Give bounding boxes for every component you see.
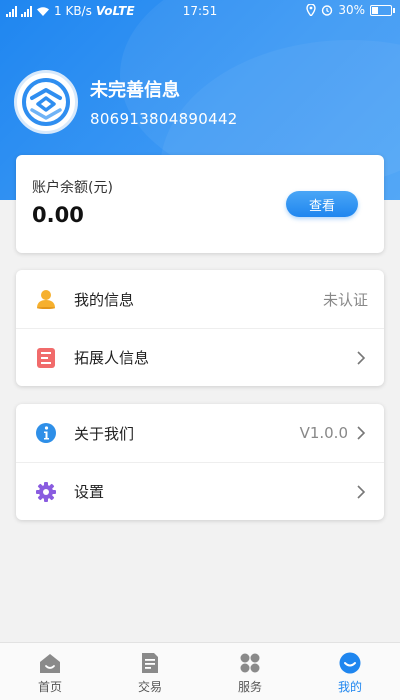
grid-icon bbox=[240, 653, 260, 673]
tab-label: 首页 bbox=[37, 680, 62, 694]
profile-icon bbox=[339, 652, 361, 674]
status-bar: 1 KB/s VoLTE 17:51 30% bbox=[0, 0, 400, 24]
tab-mine[interactable]: 我的 bbox=[300, 643, 400, 700]
user-icon bbox=[37, 290, 55, 309]
menu-item-label: 关于我们 bbox=[74, 424, 135, 443]
chevron-right-icon bbox=[357, 485, 366, 499]
menu-item-label: 拓展人信息 bbox=[74, 349, 150, 367]
bottom-tab-bar: 首页 交易 服务 我的 bbox=[0, 642, 400, 700]
avatar[interactable] bbox=[14, 70, 78, 134]
profile-text: 未完善信息 806913804890442 bbox=[90, 76, 238, 128]
battery-percent: 30% bbox=[338, 3, 365, 17]
alarm-icon bbox=[322, 5, 333, 16]
menu-item-settings[interactable]: 设置 bbox=[16, 462, 384, 520]
balance-card: 账户余额(元) 0.00 查看 bbox=[16, 155, 384, 253]
menu-item-about-us[interactable]: 关于我们 V1.0.0 bbox=[16, 404, 384, 462]
menu-card-info: 我的信息 未认证 拓展人信息 bbox=[16, 270, 384, 386]
account-id: 806913804890442 bbox=[90, 110, 238, 128]
battery-icon bbox=[370, 4, 395, 16]
menu-item-label: 设置 bbox=[74, 483, 105, 501]
info-icon bbox=[36, 423, 56, 443]
chevron-right-icon bbox=[357, 426, 366, 440]
tab-label: 我的 bbox=[337, 680, 362, 694]
menu-item-promoter-info[interactable]: 拓展人信息 bbox=[16, 328, 384, 386]
view-balance-button[interactable]: 查看 bbox=[286, 191, 358, 217]
logo-icon bbox=[22, 78, 70, 126]
location-icon bbox=[306, 4, 317, 16]
status-right: 30% bbox=[306, 3, 395, 17]
chevron-right-icon bbox=[357, 351, 366, 365]
balance-label: 账户余额(元) bbox=[32, 180, 113, 196]
list-icon bbox=[37, 348, 55, 368]
balance-value: 0.00 bbox=[32, 203, 84, 227]
gear-icon bbox=[36, 482, 56, 502]
menu-item-label: 我的信息 bbox=[74, 290, 135, 309]
tab-transactions[interactable]: 交易 bbox=[100, 643, 200, 700]
tab-home[interactable]: 首页 bbox=[0, 643, 100, 700]
menu-card-app: 关于我们 V1.0.0 设置 bbox=[16, 404, 384, 520]
app-version: V1.0.0 bbox=[299, 424, 348, 442]
tab-label: 交易 bbox=[137, 680, 162, 694]
document-icon bbox=[142, 653, 158, 673]
tab-services[interactable]: 服务 bbox=[200, 643, 300, 700]
home-icon bbox=[40, 654, 60, 673]
menu-item-my-info[interactable]: 我的信息 未认证 bbox=[16, 270, 384, 328]
profile-info[interactable]: 未完善信息 806913804890442 bbox=[14, 70, 238, 134]
tab-label: 服务 bbox=[237, 680, 262, 694]
profile-name: 未完善信息 bbox=[90, 80, 180, 101]
verification-status: 未认证 bbox=[322, 290, 368, 309]
